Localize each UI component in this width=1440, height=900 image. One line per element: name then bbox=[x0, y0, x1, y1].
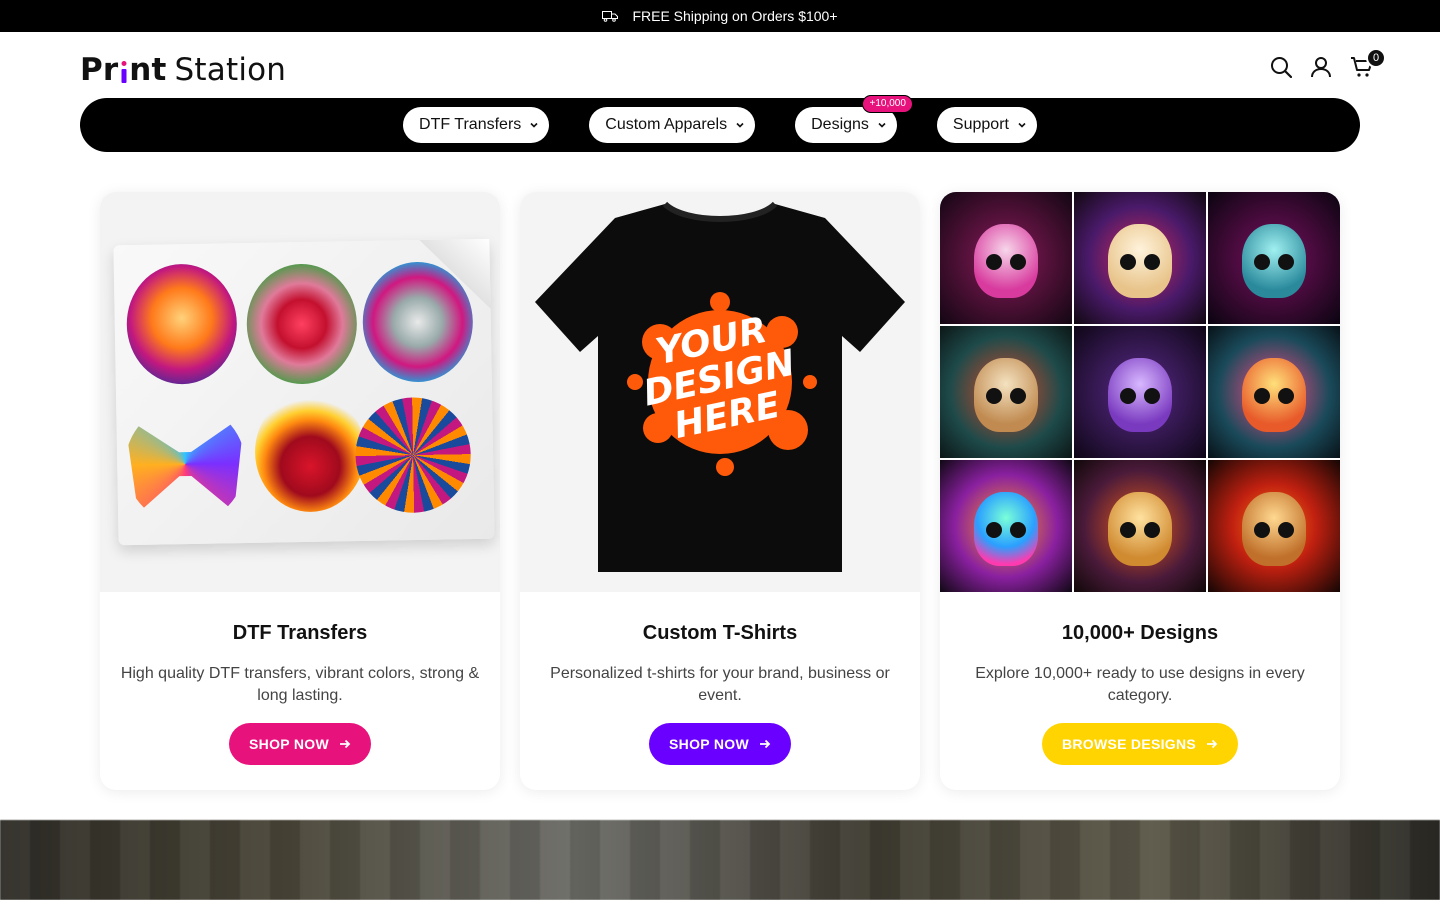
nav-label: Custom Apparels bbox=[605, 116, 728, 133]
card-title: 10,000+ Designs bbox=[1061, 622, 1219, 644]
button-label: SHOP NOW bbox=[669, 736, 749, 752]
tiger-sticker bbox=[125, 263, 238, 386]
logo-station: Station bbox=[174, 52, 287, 88]
butterfly-sticker bbox=[124, 403, 246, 525]
skull-art bbox=[974, 357, 1038, 432]
transfer-sheet bbox=[113, 238, 495, 546]
design-tile bbox=[940, 460, 1072, 592]
skull-art bbox=[1108, 357, 1172, 432]
skull-art bbox=[1242, 223, 1306, 298]
flaming-heart-sticker bbox=[254, 390, 367, 513]
cart-button[interactable]: 0 bbox=[1350, 48, 1386, 78]
nav-support[interactable]: Support bbox=[936, 107, 1037, 143]
logo[interactable]: PrintStation bbox=[80, 52, 286, 88]
logo-print: Print bbox=[80, 52, 167, 88]
card-title: Custom T-Shirts bbox=[642, 622, 798, 644]
design-tile bbox=[940, 326, 1072, 458]
design-tile bbox=[1208, 326, 1340, 458]
skull-art bbox=[974, 223, 1038, 298]
design-tile bbox=[940, 192, 1072, 324]
skull-art bbox=[1242, 357, 1306, 432]
chevron-down-icon bbox=[530, 122, 538, 128]
mandala-sticker bbox=[352, 394, 474, 516]
dtf-transfer-sheet-image[interactable] bbox=[100, 192, 500, 592]
nav-label: Designs bbox=[811, 116, 869, 133]
tshirt-illustration: YOUR DESIGN HERE bbox=[535, 201, 905, 572]
arrow-right-icon bbox=[339, 739, 351, 749]
skull-sticker bbox=[361, 261, 474, 383]
skull-art bbox=[1242, 491, 1306, 566]
nav-designs[interactable]: Designs +10,000 bbox=[795, 95, 913, 143]
card-description: High quality DTF transfers, vibrant colo… bbox=[120, 665, 480, 704]
card-designs: 10,000+ Designs Explore 10,000+ ready to… bbox=[940, 192, 1340, 790]
main-nav: DTF Transfers Custom Apparels Designs +1… bbox=[80, 95, 1360, 152]
card-description: Personalized t-shirts for your brand, bu… bbox=[550, 665, 890, 704]
site-header: PrintStation 0 bbox=[0, 32, 1440, 98]
design-tile bbox=[1208, 192, 1340, 324]
nav-custom-apparels[interactable]: Custom Apparels bbox=[589, 107, 756, 143]
category-cards: DTF Transfers High quality DTF transfers… bbox=[100, 192, 1340, 790]
skull-art bbox=[974, 491, 1038, 566]
browse-designs-button[interactable]: BROWSE DESIGNS bbox=[1041, 723, 1239, 765]
skull-art bbox=[1108, 491, 1172, 566]
logo-dotted-i: i bbox=[118, 52, 129, 88]
hero-banner-image bbox=[0, 820, 1440, 900]
arrow-right-icon bbox=[759, 739, 771, 749]
nav-label: Support bbox=[952, 116, 1009, 133]
shop-now-button[interactable]: SHOP NOW bbox=[649, 723, 791, 765]
header-icons: 0 bbox=[1270, 48, 1386, 78]
shop-now-button[interactable]: SHOP NOW bbox=[229, 723, 371, 765]
card-custom-tshirts: YOUR DESIGN HERE Custom T-Shirts Persona… bbox=[520, 192, 920, 790]
chevron-down-icon bbox=[878, 122, 886, 128]
nav-dtf-transfers[interactable]: DTF Transfers bbox=[403, 107, 550, 143]
truck-icon bbox=[602, 11, 619, 22]
cart-count-badge: 0 bbox=[1366, 48, 1386, 68]
button-label: BROWSE DESIGNS bbox=[1061, 736, 1197, 752]
skull-art bbox=[1108, 223, 1172, 298]
skull-designs-grid-image[interactable] bbox=[940, 192, 1340, 592]
custom-tshirt-image[interactable]: YOUR DESIGN HERE bbox=[520, 192, 920, 592]
nav-label: DTF Transfers bbox=[419, 116, 522, 133]
search-icon[interactable] bbox=[1270, 56, 1292, 78]
chevron-down-icon bbox=[1018, 122, 1026, 128]
logo-text-1: Pr bbox=[80, 52, 119, 88]
account-icon[interactable] bbox=[1310, 56, 1332, 78]
design-tile bbox=[1074, 460, 1206, 592]
card-description: Explore 10,000+ ready to use designs in … bbox=[975, 665, 1305, 704]
design-tile bbox=[1208, 460, 1340, 592]
arrow-right-icon bbox=[1207, 739, 1218, 749]
announcement-text: FREE Shipping on Orders $100+ bbox=[632, 8, 838, 24]
announcement-bar: FREE Shipping on Orders $100+ bbox=[0, 0, 1440, 32]
card-dtf-transfers: DTF Transfers High quality DTF transfers… bbox=[100, 192, 500, 790]
card-title: DTF Transfers bbox=[232, 622, 368, 644]
designs-count-badge: +10,000 bbox=[862, 95, 913, 113]
logo-text-2: nt bbox=[129, 52, 167, 88]
design-tile bbox=[1074, 326, 1206, 458]
chevron-down-icon bbox=[736, 122, 744, 128]
flower-sticker bbox=[245, 263, 358, 385]
button-label: SHOP NOW bbox=[249, 736, 329, 752]
design-tile bbox=[1074, 192, 1206, 324]
